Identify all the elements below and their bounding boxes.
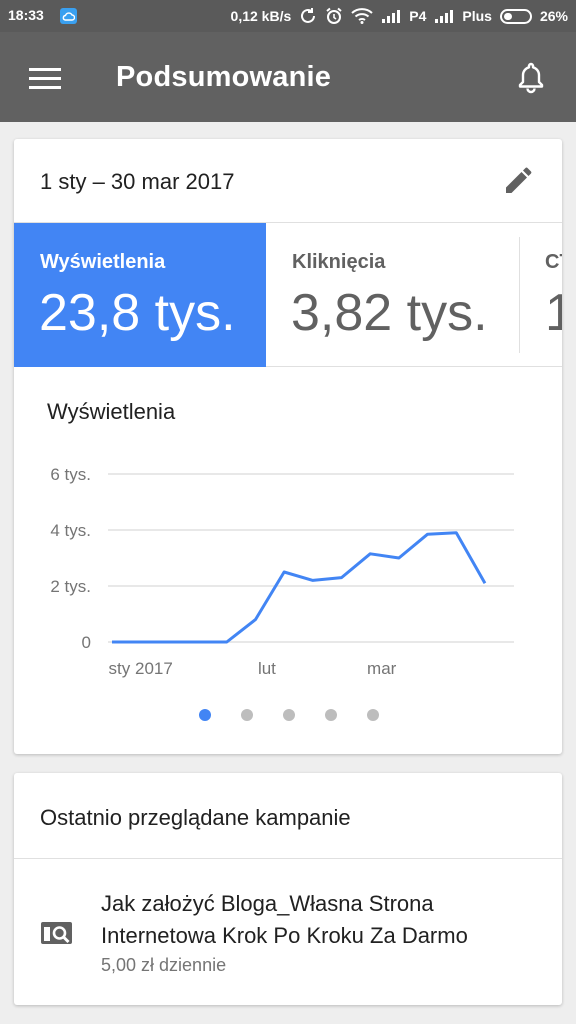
campaign-item[interactable]: Jak założyć Bloga_Własna Strona Internet… — [14, 859, 562, 999]
metrics-row: Wyświetlenia 23,8 tys. Kliknięcia 3,82 t… — [14, 223, 562, 367]
metric-value: 3,82 tys. — [291, 284, 488, 342]
metric-value: 1 — [545, 284, 562, 342]
metric-label: CT — [545, 251, 562, 273]
bell-icon[interactable] — [516, 60, 546, 94]
metric-ctr[interactable]: CT 1 — [519, 237, 562, 353]
app-bar: Podsumowanie — [0, 32, 576, 122]
alarm-icon — [325, 7, 343, 25]
status-icons: 0,12 kB/s P4 Plus 26% — [231, 7, 568, 25]
section-title: Ostatnio przeglądane kampanie — [40, 805, 351, 830]
metric-value: 23,8 tys. — [39, 284, 236, 342]
signal-icon — [381, 9, 401, 23]
pager-dot[interactable] — [325, 709, 337, 721]
summary-card: 1 sty – 30 mar 2017 Wyświetlenia 23,8 ty… — [14, 139, 562, 754]
campaign-budget: 5,00 zł dziennie — [101, 955, 227, 975]
impressions-chart: 0 2 tys. 4 tys. 6 tys. sty 2017 lut mar — [50, 465, 514, 678]
carrier-1: P4 — [409, 8, 427, 24]
chart-title: Wyświetlenia — [47, 399, 176, 424]
x-tick-label: mar — [367, 659, 397, 678]
sync-icon — [299, 7, 317, 25]
date-range: 1 sty – 30 mar 2017 — [40, 169, 235, 194]
page-title: Podsumowanie — [116, 61, 332, 93]
x-tick-label: sty 2017 — [109, 659, 173, 678]
pager-dot[interactable] — [241, 709, 253, 721]
edit-icon[interactable] — [500, 163, 536, 199]
y-tick-label: 4 tys. — [50, 521, 91, 540]
cloud-icon — [60, 8, 77, 24]
pager-dot[interactable] — [283, 709, 295, 721]
battery-level: 26% — [539, 8, 568, 24]
status-bar: 18:33 0,12 kB/s P4 Plus 26% — [0, 0, 576, 32]
carrier-2: Plus — [462, 8, 492, 24]
network-speed: 0,12 kB/s — [230, 8, 292, 24]
pager-dot[interactable] — [367, 709, 379, 721]
battery-icon — [499, 8, 532, 24]
status-time: 18:33 — [8, 7, 44, 23]
metric-label: Wyświetlenia — [40, 251, 166, 273]
menu-icon[interactable] — [29, 68, 61, 90]
y-tick-label: 6 tys. — [50, 465, 91, 484]
series-line — [112, 531, 487, 644]
search-campaign-icon — [40, 921, 73, 945]
campaign-name: Jak założyć Bloga_Własna Strona Internet… — [101, 891, 468, 948]
signal-icon — [434, 9, 454, 23]
metric-clicks[interactable]: Kliknięcia 3,82 tys. — [266, 223, 519, 367]
x-tick-label: lut — [258, 659, 276, 678]
metric-label: Kliknięcia — [292, 251, 386, 273]
pager-dot[interactable] — [199, 709, 211, 721]
y-tick-label: 2 tys. — [50, 577, 91, 596]
y-tick-label: 0 — [82, 633, 91, 652]
recent-campaigns-card: Ostatnio przeglądane kampanie Jak założy… — [14, 773, 562, 1005]
page-indicator — [14, 709, 562, 723]
metric-impressions[interactable]: Wyświetlenia 23,8 tys. — [14, 223, 266, 367]
wifi-icon — [351, 8, 373, 24]
date-range-row[interactable]: 1 sty – 30 mar 2017 — [14, 139, 562, 223]
